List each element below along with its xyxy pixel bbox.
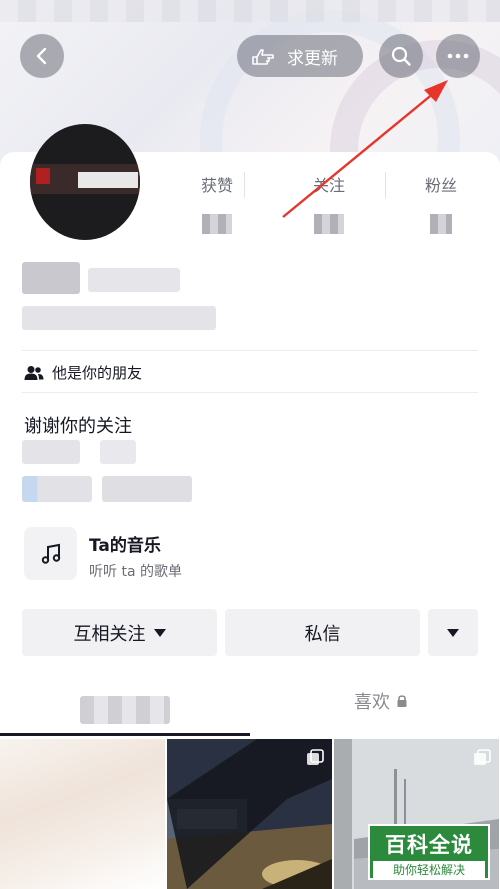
mutual-follow-button[interactable]: 互相关注 (22, 609, 217, 656)
music-subtitle: 听听 ta 的歌单 (89, 564, 182, 580)
music-section[interactable]: Ta的音乐 听听 ta 的歌单 (24, 527, 424, 583)
caret-down-icon (153, 628, 166, 637)
people-icon (24, 365, 44, 380)
more-actions-dropdown-button[interactable] (428, 609, 478, 656)
lock-icon (397, 695, 407, 707)
back-button[interactable] (20, 34, 64, 78)
multi-image-icon (474, 749, 491, 765)
friend-tag: 他是你的朋友 (24, 362, 142, 383)
watermark-brand: 百科全说 (385, 833, 473, 857)
stat-following[interactable]: 关注 (284, 172, 374, 234)
stat-divider (385, 172, 386, 198)
stat-followers[interactable]: 粉丝 (396, 172, 486, 234)
more-options-button[interactable] (436, 34, 480, 78)
multi-image-icon (307, 749, 324, 765)
divider (22, 392, 478, 393)
divider (22, 350, 478, 351)
watermark-slogan: 助你轻松解决 (373, 861, 485, 878)
music-cover (24, 527, 77, 580)
bio-line-redacted (22, 476, 92, 502)
request-update-button[interactable]: 求更新 (237, 35, 363, 77)
mutual-follow-label: 互相关注 (73, 623, 146, 645)
stat-likes-value-redacted (202, 214, 232, 234)
content-tabs: 喜欢 (0, 688, 500, 736)
music-title: Ta的音乐 (89, 536, 161, 556)
caret-down-icon (447, 628, 459, 637)
nickname-redacted (22, 262, 80, 294)
bio-line-redacted (22, 440, 80, 464)
stat-following-label: 关注 (312, 176, 345, 195)
tab-likes-label: 喜欢 (354, 692, 390, 713)
stat-likes[interactable]: 获赞 (172, 172, 262, 234)
search-button[interactable] (379, 34, 423, 78)
search-icon (391, 46, 411, 66)
stat-divider (244, 172, 245, 198)
more-dots-icon (447, 53, 469, 59)
stat-likes-label: 获赞 (200, 176, 233, 195)
stat-following-value-redacted (314, 214, 344, 234)
request-update-label: 求更新 (287, 48, 338, 69)
message-label: 私信 (304, 623, 341, 645)
active-tab-indicator (0, 733, 250, 736)
tab-likes[interactable]: 喜欢 (354, 688, 408, 714)
status-bar (0, 0, 500, 22)
stat-followers-value-redacted (430, 214, 452, 234)
bio-text: 谢谢你的关注 (24, 416, 132, 437)
chevron-left-icon (36, 47, 47, 65)
bio-line-redacted (102, 476, 192, 502)
music-note-icon (41, 543, 60, 564)
bio-line-redacted (100, 440, 136, 464)
user-id-redacted (22, 306, 216, 330)
nickname-extra-redacted (88, 268, 180, 292)
watermark-logo: 百科全说 助你轻松解决 (368, 824, 490, 880)
friend-tag-label: 他是你的朋友 (52, 364, 143, 382)
tab-works-redacted[interactable] (80, 696, 170, 724)
pointing-hand-icon (252, 49, 274, 65)
video-thumbnail[interactable] (0, 739, 165, 889)
video-thumbnail[interactable] (167, 739, 332, 889)
message-button[interactable]: 私信 (225, 609, 420, 656)
avatar[interactable] (30, 124, 140, 240)
stat-followers-label: 粉丝 (424, 176, 457, 195)
